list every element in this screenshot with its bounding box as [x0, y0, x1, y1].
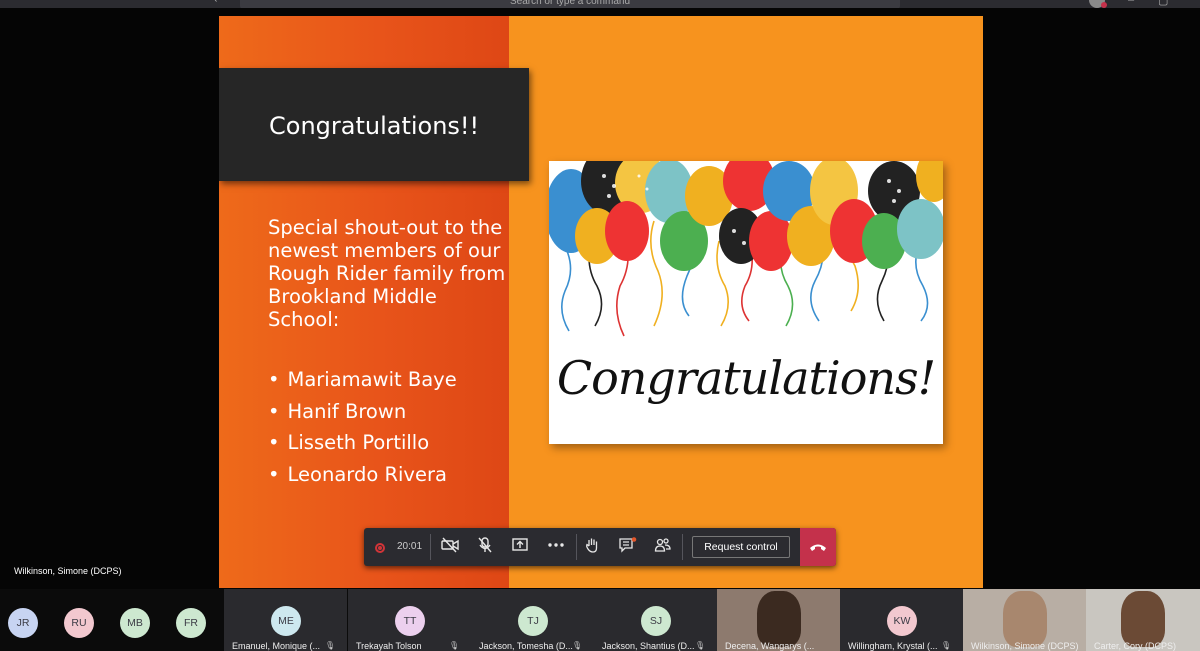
hand-glyph — [586, 538, 598, 553]
mic-off-icon: 🎙 — [449, 641, 460, 650]
participant-tile[interactable]: Carter, Cory (DCPS) — [1086, 589, 1200, 651]
mic-off-icon: 🎙 — [941, 641, 952, 650]
participant-tile[interactable]: FR — [170, 589, 210, 651]
more-icon[interactable] — [545, 537, 567, 557]
people-glyph — [654, 538, 671, 552]
participant-tile[interactable]: TJ Jackson, Tomesha (D... 🎙 — [471, 589, 594, 651]
avatar: SJ — [641, 606, 671, 636]
title-bar: ‹ Search or type a command – ▢ — [0, 0, 1200, 8]
slide-title: Congratulations!! — [269, 112, 480, 140]
status-dot-icon — [1101, 2, 1107, 8]
mic-off-icon: 🎙 — [695, 641, 706, 650]
meeting-controls-bar: 20:01 Request control — [364, 528, 836, 566]
mic-off-icon[interactable] — [474, 537, 496, 557]
participant-tile[interactable]: TT Trekayah Tolson 🎙 — [348, 589, 471, 651]
presenter-name-label: Wilkinson, Simone (DCPS) — [14, 566, 122, 576]
meeting-window: ‹ Search or type a command – ▢ Congratul… — [0, 0, 1200, 651]
participant-tile[interactable]: Wilkinson, Simone (DCPS) — [963, 589, 1086, 651]
camera-off-icon[interactable] — [439, 537, 461, 557]
participant-video — [1003, 591, 1047, 647]
participant-video — [757, 591, 801, 647]
participant-name: Carter, Cory (DCPS) — [1094, 641, 1177, 651]
list-item: Hanif Brown — [268, 400, 457, 432]
raise-hand-icon[interactable] — [581, 537, 603, 557]
participant-name: Wilkinson, Simone (DCPS) — [971, 641, 1079, 651]
avatar: MB — [120, 608, 150, 638]
participant-tile[interactable]: Decena, Wangarys (... — [717, 589, 840, 651]
chat-icon[interactable] — [617, 537, 639, 557]
minimize-icon[interactable]: – — [1128, 0, 1134, 6]
command-search-box[interactable]: Search or type a command — [240, 0, 900, 8]
list-item: Mariamawit Baye — [268, 368, 457, 400]
maximize-icon[interactable]: ▢ — [1158, 0, 1168, 7]
participant-tile[interactable]: SJ Jackson, Shantius (D... 🎙 — [594, 589, 717, 651]
divider — [576, 534, 577, 560]
divider — [682, 534, 683, 560]
list-item: Lisseth Portillo — [268, 431, 457, 463]
student-name-list: Mariamawit Baye Hanif Brown Lisseth Port… — [268, 368, 457, 494]
participant-video — [1121, 591, 1165, 647]
avatar: TJ — [518, 606, 548, 636]
divider — [430, 534, 431, 560]
share-screen-icon[interactable] — [509, 537, 531, 557]
avatar: ME — [271, 606, 301, 636]
participant-tile[interactable]: JR — [2, 589, 42, 651]
more-glyph — [548, 543, 564, 547]
slide-body-text: Special shout-out to the newest members … — [268, 216, 506, 331]
mic-off-icon: 🎙 — [325, 641, 336, 650]
avatar: TT — [395, 606, 425, 636]
back-arrow-icon[interactable]: ‹ — [214, 0, 217, 5]
avatar: FR — [176, 608, 206, 638]
avatar: KW — [887, 606, 917, 636]
hang-up-icon — [810, 544, 826, 551]
shared-slide: Congratulations!! Special shout-out to t… — [219, 16, 983, 588]
mic-off-glyph — [478, 537, 492, 553]
mic-off-icon: 🎙 — [572, 641, 583, 650]
camera-off-glyph — [441, 537, 459, 553]
hang-up-button[interactable] — [800, 528, 836, 566]
avatar: JR — [8, 608, 38, 638]
participant-tile[interactable]: RU — [58, 589, 98, 651]
request-control-button[interactable]: Request control — [692, 536, 790, 558]
recording-icon — [375, 543, 385, 553]
congratulations-card-image: Congratulations! — [549, 161, 943, 444]
slide-title-box: Congratulations!! — [219, 68, 529, 181]
avatar: RU — [64, 608, 94, 638]
share-glyph — [512, 538, 528, 551]
participant-tile[interactable]: ME Emanuel, Monique (... 🎙 — [224, 589, 347, 651]
card-congratulations-text: Congratulations! — [556, 351, 936, 405]
chat-glyph — [619, 537, 637, 553]
participants-icon[interactable] — [652, 537, 674, 557]
list-item: Leonardo Rivera — [268, 463, 457, 495]
participant-name: Decena, Wangarys (... — [725, 641, 815, 651]
meeting-timer: 20:01 — [397, 541, 423, 552]
participant-tile[interactable]: MB — [114, 589, 154, 651]
participant-tile[interactable]: KW Willingham, Krystal (... 🎙 — [840, 589, 963, 651]
